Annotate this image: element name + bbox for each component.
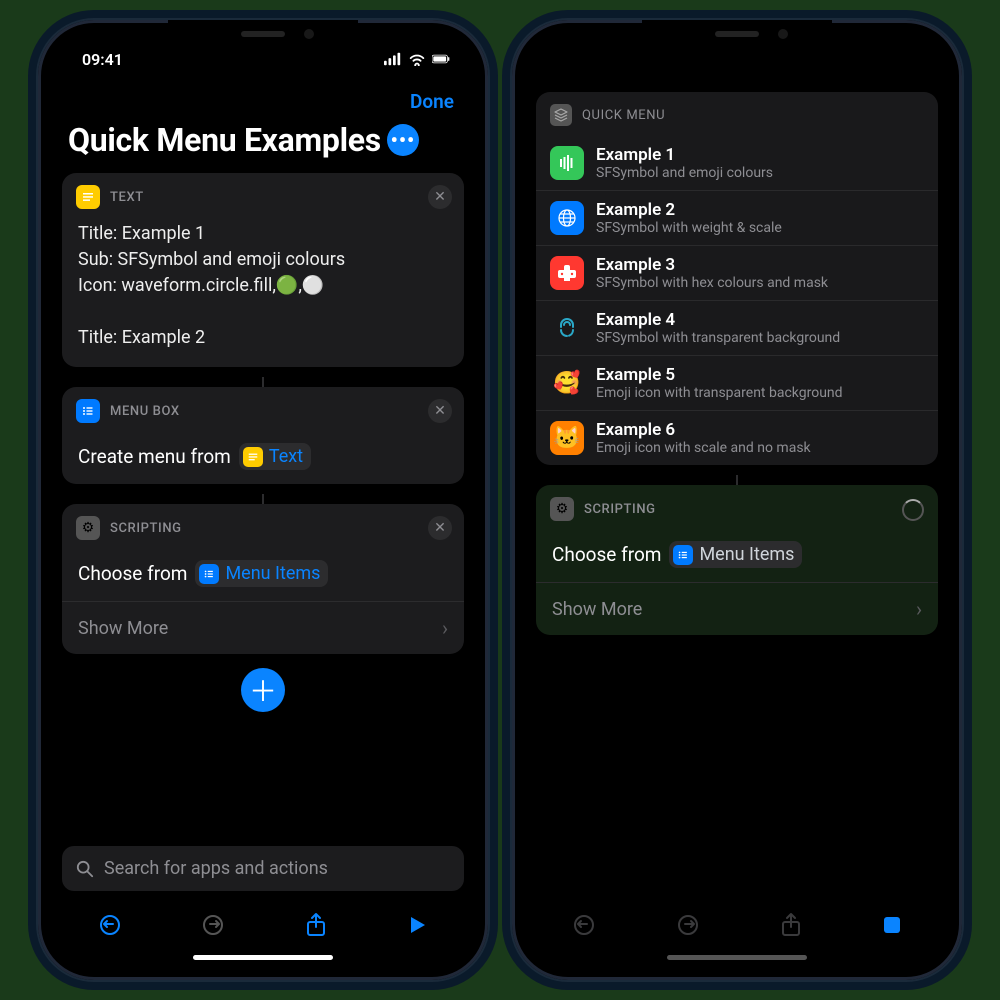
title-row: Quick Menu Examples ••• bbox=[48, 117, 478, 169]
scripting-label: SCRIPTING bbox=[584, 502, 656, 517]
scripting-action-text: Choose from bbox=[78, 562, 187, 585]
close-icon[interactable]: ✕ bbox=[428, 399, 452, 423]
nav-bar: Done bbox=[48, 82, 478, 117]
status-time: 09:41 bbox=[82, 50, 123, 69]
menu-item[interactable]: Example 2 SFSymbol with weight & scale bbox=[536, 190, 938, 245]
add-action-button[interactable]: ＋ bbox=[241, 668, 285, 712]
share-button[interactable] bbox=[780, 912, 802, 938]
text-card-label: TEXT bbox=[110, 190, 144, 205]
wifi-icon bbox=[408, 52, 426, 66]
menu-item[interactable]: Example 4 SFSymbol with transparent back… bbox=[536, 300, 938, 355]
menu-item-icon bbox=[550, 146, 584, 180]
home-indicator[interactable] bbox=[667, 955, 807, 960]
notch bbox=[168, 20, 358, 48]
redo-button[interactable] bbox=[201, 913, 225, 937]
spinner-icon bbox=[902, 499, 924, 521]
shortcut-content: TEXT ✕ Title: Example 1 Sub: SFSymbol an… bbox=[48, 169, 478, 836]
menu-item-icon: 🐱 bbox=[550, 421, 584, 455]
search-input[interactable]: Search for apps and actions bbox=[62, 846, 464, 891]
close-icon[interactable]: ✕ bbox=[428, 516, 452, 540]
chevron-right-icon: › bbox=[916, 597, 922, 621]
menu-item[interactable]: Example 1 SFSymbol and emoji colours bbox=[536, 136, 938, 190]
toolbar bbox=[522, 899, 952, 951]
gear-icon: ⚙︎ bbox=[76, 516, 100, 540]
scripting-action-text: Choose from bbox=[552, 543, 661, 566]
menu-item-icon: 🥰 bbox=[550, 366, 584, 400]
menu-item[interactable]: Example 3 SFSymbol with hex colours and … bbox=[536, 245, 938, 300]
menubox-action-text: Create menu from bbox=[78, 445, 231, 468]
undo-button[interactable] bbox=[98, 913, 122, 937]
done-button[interactable]: Done bbox=[410, 90, 454, 113]
menubox-card[interactable]: MENU BOX ✕ Create menu from Text bbox=[62, 387, 464, 484]
menu-item-title: Example 3 bbox=[596, 255, 828, 275]
text-card[interactable]: TEXT ✕ Title: Example 1 Sub: SFSymbol an… bbox=[62, 173, 464, 367]
signal-icon bbox=[384, 52, 402, 66]
scripting-label: SCRIPTING bbox=[110, 521, 182, 536]
menu-item-icon bbox=[550, 311, 584, 345]
list-icon bbox=[199, 564, 219, 584]
menu-item-icon bbox=[550, 256, 584, 290]
text-card-body[interactable]: Title: Example 1 Sub: SFSymbol and emoji… bbox=[62, 219, 464, 367]
menubox-label: MENU BOX bbox=[110, 404, 180, 419]
phone-left: 09:41 Done Quick Menu Examples ••• TEXT … bbox=[38, 20, 488, 980]
chevron-right-icon: › bbox=[442, 616, 448, 640]
battery-icon bbox=[432, 52, 450, 66]
menu-item-subtitle: SFSymbol and emoji colours bbox=[596, 165, 773, 181]
menu-item-subtitle: SFSymbol with weight & scale bbox=[596, 220, 782, 236]
undo-button[interactable] bbox=[572, 913, 596, 937]
search-icon bbox=[76, 860, 94, 878]
more-button[interactable]: ••• bbox=[387, 124, 419, 156]
text-icon bbox=[76, 185, 100, 209]
menu-item-title: Example 5 bbox=[596, 365, 843, 385]
menu-item[interactable]: 🐱 Example 6 Emoji icon with scale and no… bbox=[536, 410, 938, 465]
screen-left: 09:41 Done Quick Menu Examples ••• TEXT … bbox=[48, 30, 478, 970]
play-button[interactable] bbox=[406, 914, 428, 936]
toolbar bbox=[48, 899, 478, 951]
menu-item-icon bbox=[550, 201, 584, 235]
close-icon[interactable]: ✕ bbox=[428, 185, 452, 209]
menuitems-variable-pill[interactable]: Menu Items bbox=[195, 560, 328, 587]
scripting-card[interactable]: ⚙︎ SCRIPTING ✕ Choose from Menu Items Sh… bbox=[62, 504, 464, 654]
menu-item-subtitle: SFSymbol with transparent background bbox=[596, 330, 840, 346]
menu-item[interactable]: 🥰 Example 5 Emoji icon with transparent … bbox=[536, 355, 938, 410]
show-more-row[interactable]: Show More › bbox=[536, 582, 938, 635]
home-indicator[interactable] bbox=[193, 955, 333, 960]
notch bbox=[642, 20, 832, 48]
stop-button[interactable] bbox=[882, 915, 902, 935]
list-icon bbox=[673, 545, 693, 565]
quick-menu-label: QUICK MENU bbox=[582, 108, 665, 123]
phone-right: QUICK MENU Example 1 SFSymbol and emoji … bbox=[512, 20, 962, 980]
text-variable-pill[interactable]: Text bbox=[239, 443, 311, 470]
menu-item-title: Example 6 bbox=[596, 420, 811, 440]
menu-item-title: Example 1 bbox=[596, 145, 773, 165]
menu-item-subtitle: Emoji icon with transparent background bbox=[596, 385, 843, 401]
menu-item-title: Example 2 bbox=[596, 200, 782, 220]
share-button[interactable] bbox=[305, 912, 327, 938]
status-icons bbox=[384, 52, 450, 66]
gear-icon: ⚙︎ bbox=[550, 497, 574, 521]
menuitems-variable-pill[interactable]: Menu Items bbox=[669, 541, 802, 568]
search-placeholder: Search for apps and actions bbox=[104, 858, 328, 879]
quick-menu-panel: QUICK MENU Example 1 SFSymbol and emoji … bbox=[536, 92, 938, 465]
menu-item-title: Example 4 bbox=[596, 310, 840, 330]
screen-right: QUICK MENU Example 1 SFSymbol and emoji … bbox=[522, 30, 952, 970]
scripting-card-running: ⚙︎ SCRIPTING Choose from Menu Items Show… bbox=[536, 485, 938, 635]
text-icon bbox=[243, 447, 263, 467]
menu-item-subtitle: Emoji icon with scale and no mask bbox=[596, 440, 811, 456]
menu-item-subtitle: SFSymbol with hex colours and mask bbox=[596, 275, 828, 291]
list-icon bbox=[76, 399, 100, 423]
page-title: Quick Menu Examples bbox=[68, 121, 381, 159]
show-more-row[interactable]: Show More › bbox=[62, 601, 464, 654]
redo-button[interactable] bbox=[676, 913, 700, 937]
stack-icon bbox=[550, 104, 572, 126]
